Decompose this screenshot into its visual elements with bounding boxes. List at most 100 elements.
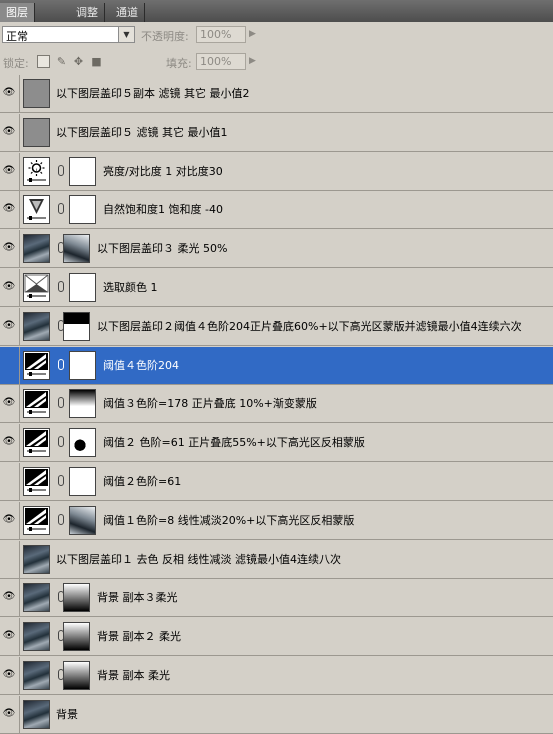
adjustment-thumbnail[interactable] xyxy=(23,195,50,225)
adjustment-thumbnail[interactable] xyxy=(23,156,50,186)
visibility-toggle[interactable]: 👁 xyxy=(0,113,20,151)
layer-row[interactable]: 👁 背景 副本３柔光 xyxy=(0,579,553,618)
visibility-toggle[interactable] xyxy=(0,463,20,500)
visibility-toggle[interactable]: 👁 xyxy=(0,75,20,112)
adjustment-thumbnail[interactable] xyxy=(23,389,50,419)
layer-thumbnail[interactable] xyxy=(23,544,50,574)
layer-thumbnail[interactable] xyxy=(23,699,50,729)
layer-mask-thumbnail[interactable] xyxy=(63,583,90,613)
visibility-toggle[interactable]: 👁 xyxy=(0,152,20,190)
adjustment-thumbnail[interactable] xyxy=(23,428,50,458)
link-chain-icon[interactable] xyxy=(58,164,64,176)
visibility-toggle[interactable]: 👁 xyxy=(0,618,20,656)
visibility-toggle[interactable]: 👁 xyxy=(0,695,20,733)
layer-mask-thumbnail[interactable] xyxy=(69,467,96,496)
layer-row[interactable]: 阈值２色阶=61 xyxy=(0,463,553,501)
layer-name[interactable]: 亮度/对比度 1 对比度30 xyxy=(103,153,223,190)
adjustment-thumbnail[interactable] xyxy=(23,467,50,496)
adjustment-thumbnail[interactable] xyxy=(23,505,50,535)
layer-mask-thumbnail[interactable] xyxy=(69,273,96,302)
opacity-slider-arrow-icon[interactable]: ▶ xyxy=(249,29,256,39)
layer-name[interactable]: 背景 副本３柔光 xyxy=(97,579,178,616)
visibility-toggle[interactable] xyxy=(0,540,20,578)
layer-name[interactable]: 背景 xyxy=(56,696,78,733)
layer-name[interactable]: 阈值３色阶=178 正片叠底 10%+渐变蒙版 xyxy=(103,385,317,422)
layer-name[interactable]: 背景 副本２ 柔光 xyxy=(97,618,181,655)
link-chain-icon[interactable] xyxy=(58,436,64,448)
visibility-toggle[interactable]: 👁 xyxy=(0,501,20,539)
move-icon[interactable]: ✥ xyxy=(72,55,85,68)
layer-mask-thumbnail[interactable] xyxy=(69,389,96,419)
layer-row[interactable]: 👁 背景 xyxy=(0,695,553,734)
link-chain-icon[interactable] xyxy=(58,475,64,486)
visibility-toggle[interactable]: 👁 xyxy=(0,385,20,423)
layer-row[interactable]: 阈值４色阶204 xyxy=(0,346,553,385)
layer-row[interactable]: 👁 阈值１色阶=8 线性减淡20%+以下高光区反相蒙版 xyxy=(0,501,553,540)
layer-name[interactable]: 以下图层盖印３ 柔光 50% xyxy=(97,230,227,267)
visibility-toggle[interactable]: 👁 xyxy=(0,657,20,694)
link-chain-icon[interactable] xyxy=(58,358,64,370)
eye-icon[interactable]: 👁 xyxy=(2,630,16,642)
layer-thumbnail[interactable] xyxy=(23,661,50,690)
visibility-toggle[interactable]: 👁 xyxy=(0,424,20,462)
link-chain-icon[interactable] xyxy=(58,513,64,525)
tab-channels[interactable]: 通道 xyxy=(110,3,145,22)
layer-mask-thumbnail[interactable] xyxy=(69,350,96,380)
layer-row[interactable]: 👁 以下图层盖印３ 柔光 50% xyxy=(0,230,553,269)
visibility-toggle[interactable] xyxy=(0,346,20,384)
link-chain-icon[interactable] xyxy=(58,281,64,292)
eye-icon[interactable]: 👁 xyxy=(2,203,16,215)
layer-thumbnail[interactable] xyxy=(23,234,50,264)
lock-icon[interactable]: ■ xyxy=(90,55,103,68)
eye-icon[interactable]: 👁 xyxy=(2,281,16,293)
eye-icon[interactable]: 👁 xyxy=(2,514,16,526)
layer-mask-thumbnail[interactable] xyxy=(63,622,90,652)
visibility-toggle[interactable]: 👁 xyxy=(0,269,20,306)
eye-icon[interactable]: 👁 xyxy=(2,126,16,138)
layer-row[interactable]: 👁 以下图层盖印５副本 滤镜 其它 最小值2 xyxy=(0,75,553,113)
layer-row[interactable]: 👁 自然饱和度1 饱和度 -40 xyxy=(0,191,553,230)
layer-name[interactable]: 以下图层盖印５副本 滤镜 其它 最小值2 xyxy=(56,75,250,112)
layer-name[interactable]: 背景 副本 柔光 xyxy=(97,657,170,694)
layer-mask-thumbnail[interactable] xyxy=(63,311,90,341)
visibility-toggle[interactable]: 👁 xyxy=(0,191,20,229)
layer-name[interactable]: 自然饱和度1 饱和度 -40 xyxy=(103,191,223,228)
eye-icon[interactable]: 👁 xyxy=(2,242,16,254)
layer-row[interactable]: 👁 背景 副本２ 柔光 xyxy=(0,618,553,657)
eye-icon[interactable]: 👁 xyxy=(2,87,16,99)
brush-icon[interactable]: ✎ xyxy=(55,55,68,68)
layer-row[interactable]: 👁 以下图层盖印２阈值４色阶204正片叠底60%+以下高光区蒙版并滤镜最小值4连续… xyxy=(0,307,553,346)
tab-adjustments[interactable]: 调整 xyxy=(70,3,105,22)
opacity-field[interactable]: 100% xyxy=(196,26,246,43)
layer-name[interactable]: 以下图层盖印５ 滤镜 其它 最小值1 xyxy=(56,114,228,151)
layer-row[interactable]: 👁 阈值２ 色阶=61 正片叠底55%+以下高光区反相蒙版 xyxy=(0,424,553,463)
layer-row[interactable]: 以下图层盖印１ 去色 反相 线性减淡 滤镜最小值4连续八次 xyxy=(0,540,553,579)
link-chain-icon[interactable] xyxy=(58,203,64,215)
eye-icon[interactable]: 👁 xyxy=(2,669,16,681)
eye-icon[interactable]: 👁 xyxy=(2,397,16,409)
adjustment-thumbnail[interactable] xyxy=(23,273,50,302)
layer-name[interactable]: 选取颜色 1 xyxy=(103,269,158,306)
layer-mask-thumbnail[interactable] xyxy=(69,428,96,458)
eye-icon[interactable]: 👁 xyxy=(2,320,16,332)
eye-icon[interactable]: 👁 xyxy=(2,165,16,177)
layer-name[interactable]: 以下图层盖印１ 去色 反相 线性减淡 滤镜最小值4连续八次 xyxy=(56,541,341,578)
layer-thumbnail[interactable] xyxy=(23,311,50,341)
layer-row[interactable]: 👁 背景 副本 柔光 xyxy=(0,657,553,695)
link-chain-icon[interactable] xyxy=(58,397,64,409)
eye-icon[interactable]: 👁 xyxy=(2,436,16,448)
layer-name[interactable]: 阈值４色阶204 xyxy=(103,347,179,384)
layer-thumbnail[interactable] xyxy=(23,117,50,147)
blend-mode-select[interactable]: 正常 ▼ xyxy=(2,26,135,43)
layer-thumbnail[interactable] xyxy=(23,622,50,652)
eye-icon[interactable]: 👁 xyxy=(2,708,16,720)
chevron-down-icon[interactable]: ▼ xyxy=(118,27,134,42)
visibility-toggle[interactable]: 👁 xyxy=(0,579,20,617)
layer-name[interactable]: 以下图层盖印２阈值４色阶204正片叠底60%+以下高光区蒙版并滤镜最小值4连续六… xyxy=(97,308,522,345)
layer-mask-thumbnail[interactable] xyxy=(63,234,90,264)
visibility-toggle[interactable]: 👁 xyxy=(0,230,20,268)
layer-row[interactable]: 👁 阈值３色阶=178 正片叠底 10%+渐变蒙版 xyxy=(0,385,553,424)
tab-layers[interactable]: 图层 xyxy=(0,3,35,22)
lock-transparency-icon[interactable] xyxy=(37,55,50,68)
layer-name[interactable]: 阈值１色阶=8 线性减淡20%+以下高光区反相蒙版 xyxy=(103,502,354,539)
